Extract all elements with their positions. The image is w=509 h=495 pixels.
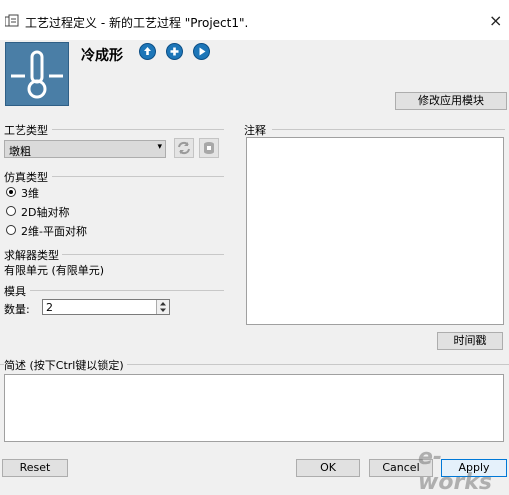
group-divider	[272, 129, 505, 130]
description-label: 简述 (按下Ctrl键以锁定)	[4, 357, 127, 373]
process-type-label: 工艺类型	[4, 124, 48, 137]
radio-2d-axisymmetric-label: 2D轴对称	[21, 206, 70, 219]
die-count-value: 2	[46, 301, 53, 314]
solver-type-value: 有限单元 (有限单元)	[4, 264, 105, 277]
up-down-arrow-icon	[160, 302, 166, 312]
solver-type-label: 求解器类型	[4, 249, 59, 262]
refresh-icon	[178, 141, 190, 155]
play-circle-icon[interactable]	[193, 43, 210, 60]
watermark-logo: e-works	[418, 445, 493, 495]
die-count-label: 数量:	[4, 303, 30, 316]
notes-label: 注释	[244, 124, 266, 137]
process-type-value: 墩粗	[9, 145, 31, 158]
radio-2d-planar[interactable]	[6, 225, 16, 235]
close-icon[interactable]: ×	[489, 11, 502, 30]
modify-module-button[interactable]: 修改应用模块	[395, 92, 507, 110]
app-icon	[5, 14, 19, 27]
group-divider	[52, 129, 224, 130]
die-count-spinner[interactable]: 2	[42, 299, 170, 315]
radio-3d-label: 3维	[21, 187, 39, 200]
cold-forming-icon	[5, 42, 69, 106]
timestamp-button[interactable]: 时间戳	[437, 332, 503, 350]
description-textarea[interactable]	[4, 374, 504, 442]
plus-circle-icon[interactable]	[166, 43, 183, 60]
database-icon	[204, 142, 214, 154]
group-divider	[52, 176, 224, 177]
ok-button[interactable]: OK	[296, 459, 360, 477]
notes-textarea[interactable]	[246, 137, 504, 325]
refresh-button[interactable]	[174, 138, 194, 158]
simulation-type-label: 仿真类型	[4, 171, 48, 184]
spinner-arrows[interactable]	[156, 300, 169, 314]
group-divider	[30, 290, 224, 291]
reset-button[interactable]: Reset	[2, 459, 68, 477]
group-divider	[62, 254, 224, 255]
radio-2d-planar-label: 2维-平面对称	[21, 225, 87, 238]
radio-selected-dot	[9, 190, 13, 194]
die-label: 模具	[4, 285, 26, 298]
window-title: 工艺过程定义 - 新的工艺过程 "Project1".	[25, 16, 249, 30]
chevron-down-icon: ▾	[157, 142, 162, 152]
process-type-select[interactable]: 墩粗 ▾	[4, 140, 166, 158]
database-button[interactable]	[199, 138, 219, 158]
process-name: 冷成形	[81, 48, 123, 64]
radio-3d[interactable]	[6, 187, 16, 197]
arrow-up-circle-icon[interactable]	[139, 43, 156, 60]
radio-2d-axisymmetric[interactable]	[6, 206, 16, 216]
